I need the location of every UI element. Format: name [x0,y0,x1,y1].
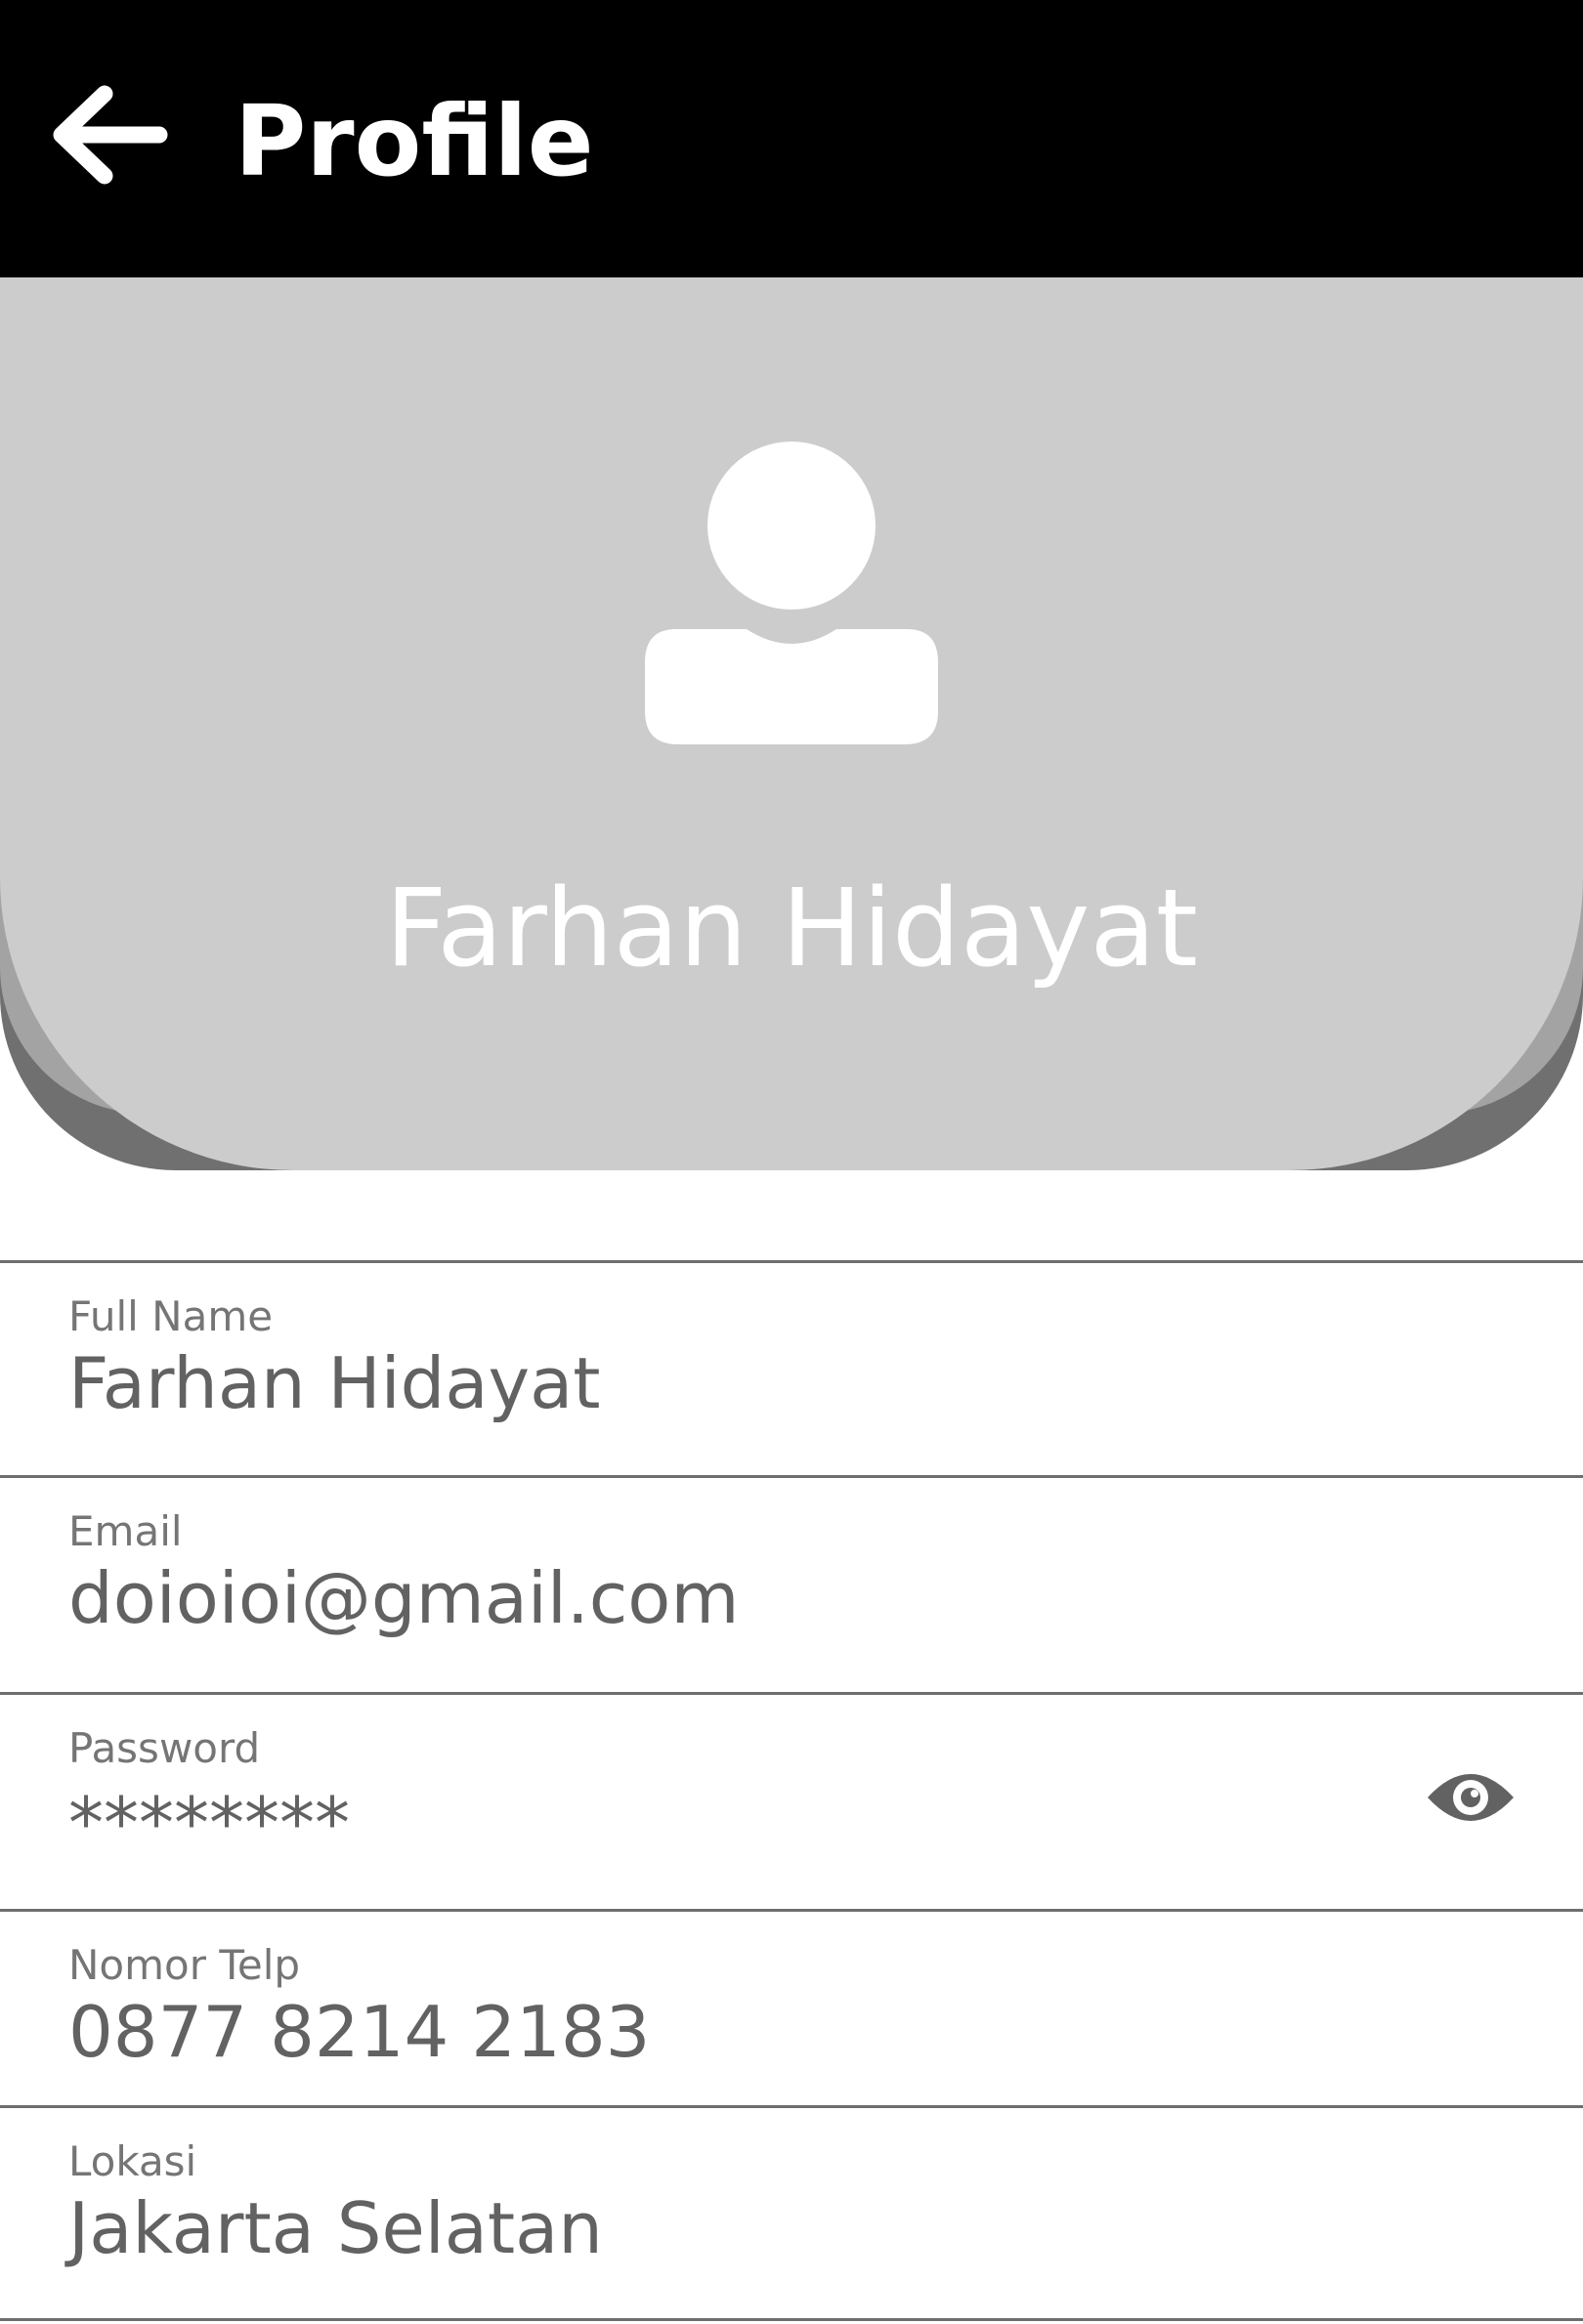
location-value: Jakarta Selatan [68,2187,603,2269]
location-field[interactable]: Lokasi Jakarta Selatan [0,2105,1583,2318]
back-button[interactable] [39,66,176,203]
email-field[interactable]: Email doioioi@gmail.com [0,1475,1583,1692]
phone-field[interactable]: Nomor Telp 0877 8214 2183 [0,1909,1583,2108]
toggle-password-visibility-button[interactable] [1417,1758,1524,1837]
profile-name: Farhan Hidayat [385,866,1198,991]
password-label: Password [68,1724,261,1772]
page-title: Profile [235,84,594,198]
location-label: Lokasi [68,2137,197,2185]
app-bar: Profile [0,0,1583,277]
password-value: ******** [68,1782,350,1864]
phone-label: Nomor Telp [68,1941,301,1989]
arrow-left-icon [53,85,168,185]
full-name-value: Farhan Hidayat [68,1342,601,1424]
email-label: Email [68,1507,183,1555]
email-value: doioioi@gmail.com [68,1557,740,1639]
full-name-field[interactable]: Full Name Farhan Hidayat [0,1260,1583,1477]
phone-value: 0877 8214 2183 [68,1991,651,2073]
user-icon [645,442,938,744]
eye-icon [1428,1774,1514,1821]
divider [0,2318,1583,2321]
full-name-label: Full Name [68,1292,274,1340]
password-field[interactable]: Password ******** [0,1692,1583,1909]
avatar[interactable] [641,442,942,744]
profile-screen: Profile Farhan Hidayat Full Name Farhan … [0,0,1583,2324]
